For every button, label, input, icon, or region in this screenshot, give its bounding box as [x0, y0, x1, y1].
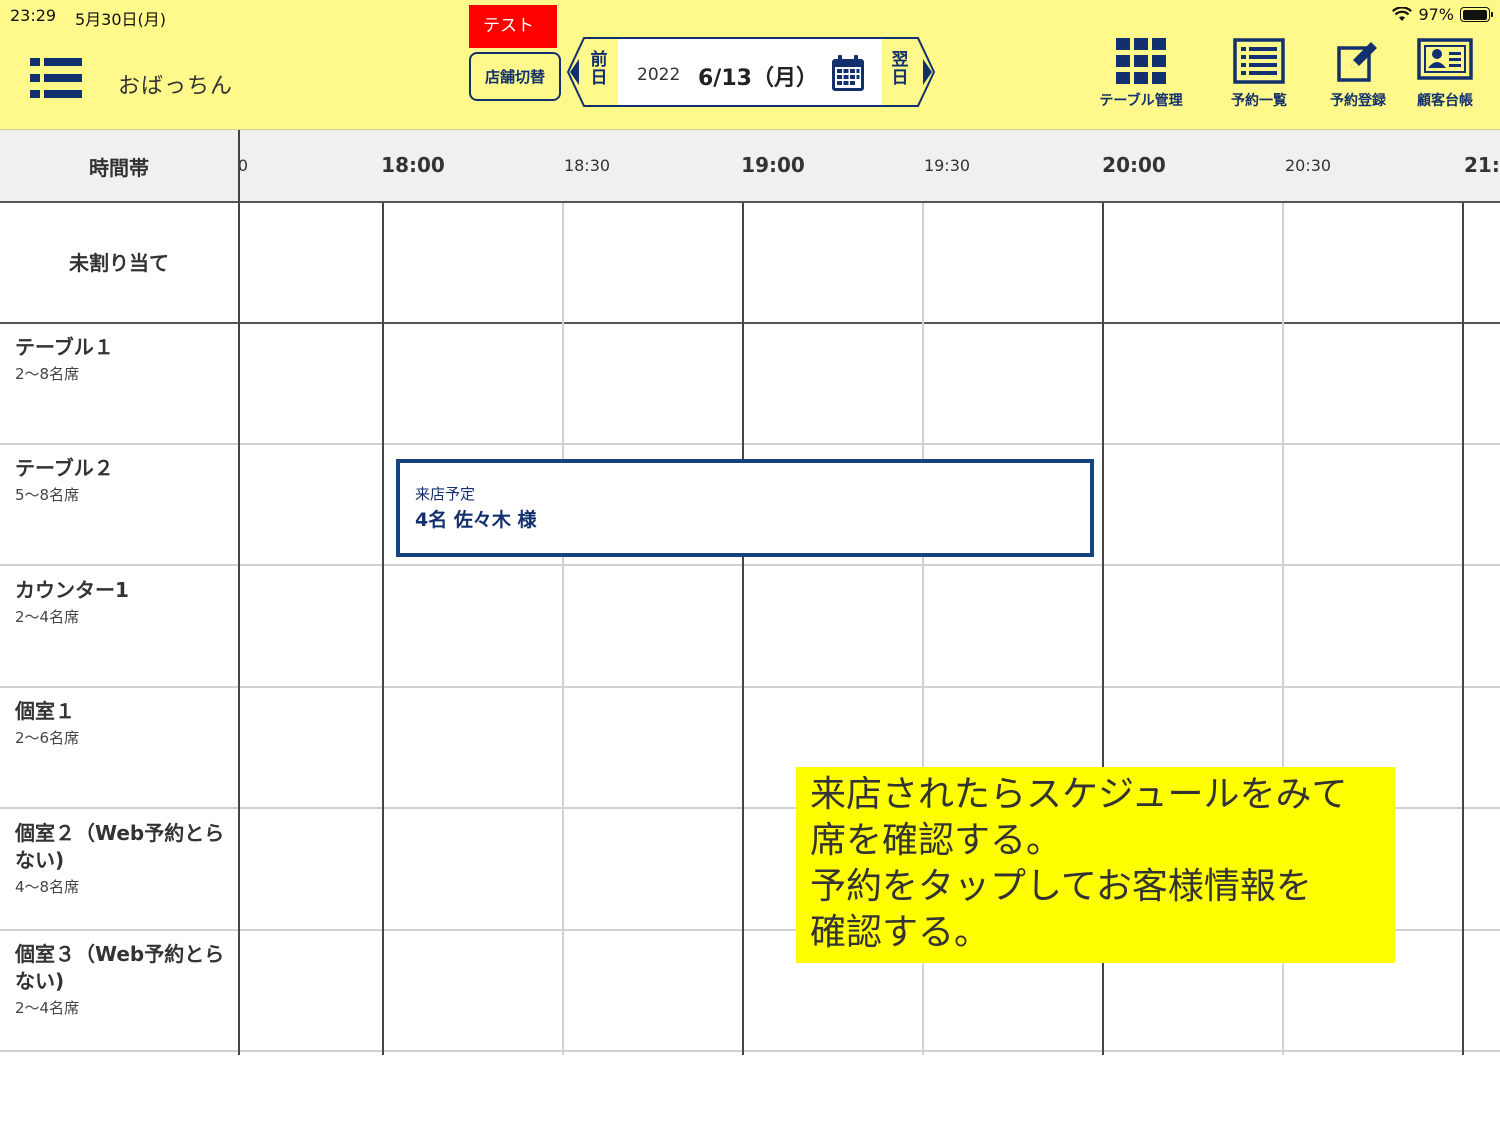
empty-area	[0, 1055, 1500, 1125]
grid-line	[742, 203, 744, 1055]
status-indicators: 97%	[1392, 5, 1493, 24]
wifi-icon	[1392, 7, 1413, 21]
date-day: 6/13（月）	[698, 66, 818, 91]
row-name: 未割り当て	[69, 251, 169, 275]
next-day-label: 翌日	[891, 50, 909, 88]
row-capacity: 2〜4名席	[15, 608, 80, 626]
instruction-note: 来店されたらスケジュールをみて 席を確認する。 予約をタップしてお客様情報を 確…	[796, 767, 1395, 963]
toolbar-reservation-list[interactable]: 予約一覧	[1222, 38, 1296, 110]
row-label: カウンター1 2〜4名席	[15, 577, 233, 627]
row-label: テーブル２ 5〜8名席	[15, 455, 233, 505]
toolbar-label: 顧客台帳	[1417, 93, 1473, 109]
reservation-guest: 4名 佐々木 様	[415, 509, 537, 531]
note-line: 席を確認する。	[810, 820, 1063, 861]
list-icon	[1233, 38, 1285, 84]
grid-line	[562, 203, 564, 1055]
row-label: 個室３（Web予約とらない) 2〜4名席	[15, 941, 233, 1018]
status-date: 5月30日(月)	[75, 10, 167, 29]
battery-level	[1462, 9, 1487, 20]
time-tick: 19:00	[741, 153, 805, 177]
row-name: カウンター1	[15, 578, 129, 602]
toolbar-label: テーブル管理	[1099, 93, 1183, 109]
note-line: 予約をタップしてお客様情報を	[810, 866, 1312, 907]
row-label: 未割り当て	[0, 203, 238, 324]
row-name: テーブル２	[15, 456, 114, 480]
row-name: 個室３（Web予約とらない)	[15, 942, 225, 993]
row-capacity: 2〜6名席	[15, 729, 80, 747]
store-switch-button[interactable]: 店舗切替	[469, 52, 561, 101]
battery-icon	[1460, 7, 1493, 22]
row-name: 個室２（Web予約とらない)	[15, 821, 225, 872]
schedule-row[interactable]: テーブル１ 2〜8名席	[0, 324, 1500, 445]
toolbar-label: 予約登録	[1330, 93, 1386, 109]
toolbar-table-management[interactable]: テーブル管理	[1094, 38, 1188, 110]
time-tick: 20:30	[1284, 156, 1332, 175]
shop-name: おばっちん	[118, 74, 234, 99]
time-tick: 18:00	[381, 153, 445, 177]
grid-icon	[1116, 38, 1166, 84]
grid-line	[382, 203, 384, 1055]
time-tick: 19:30	[923, 156, 971, 175]
reservation-block[interactable]: 来店予定 4名 佐々木 様	[396, 459, 1094, 557]
status-time: 23:29	[10, 6, 57, 25]
note-line: 確認する。	[810, 912, 991, 953]
schedule-row[interactable]: 未割り当て	[0, 203, 1500, 324]
grid-line	[1462, 203, 1464, 1055]
toolbar-label: 予約一覧	[1231, 93, 1287, 109]
time-header-title: 時間帯	[89, 156, 149, 180]
edit-icon	[1337, 42, 1377, 82]
row-capacity: 2〜8名席	[15, 365, 80, 383]
prev-day-label: 前日	[590, 50, 608, 88]
prev-day-button[interactable]: 前日	[566, 37, 618, 107]
row-name: 個室１	[15, 699, 75, 723]
test-badge: テスト	[469, 5, 557, 48]
date-display[interactable]: 2022 6/13（月）	[618, 37, 882, 107]
contact-card-icon	[1417, 38, 1473, 80]
row-capacity: 5〜8名席	[15, 486, 80, 504]
calendar-icon[interactable]	[831, 54, 865, 92]
toolbar-reservation-register[interactable]: 予約登録	[1322, 38, 1394, 110]
row-label: テーブル１ 2〜8名席	[15, 334, 233, 384]
time-tick: 21:0	[1464, 153, 1500, 177]
row-name: テーブル１	[15, 335, 114, 359]
menu-icon[interactable]	[30, 58, 82, 100]
note-line: 来店されたらスケジュールをみて	[810, 774, 1348, 815]
row-label: 個室２（Web予約とらない) 4〜8名席	[15, 820, 233, 897]
schedule-row[interactable]: カウンター1 2〜4名席	[0, 567, 1500, 688]
next-day-button[interactable]: 翌日	[882, 37, 936, 107]
time-header: 時間帯 0 18:00 18:30 19:00 19:30 20:00 20:3…	[0, 130, 1500, 203]
time-tick: 18:30	[563, 156, 611, 175]
reservation-status: 来店予定	[415, 485, 476, 503]
toolbar-customer-ledger[interactable]: 顧客台帳	[1410, 38, 1480, 110]
row-label: 個室１ 2〜6名席	[15, 698, 233, 748]
row-capacity: 2〜4名席	[15, 999, 80, 1017]
time-tick: 20:00	[1102, 153, 1166, 177]
battery-percent: 97%	[1418, 5, 1454, 24]
row-capacity: 4〜8名席	[15, 878, 80, 896]
label-column-divider	[238, 130, 240, 1055]
app-header: 23:29 5月30日(月) 97% おばっちん テスト 店舗切替 前日 202…	[0, 0, 1500, 130]
date-navigator: 前日 2022 6/13（月） 翌日	[566, 37, 936, 107]
date-year: 2022	[637, 65, 681, 85]
